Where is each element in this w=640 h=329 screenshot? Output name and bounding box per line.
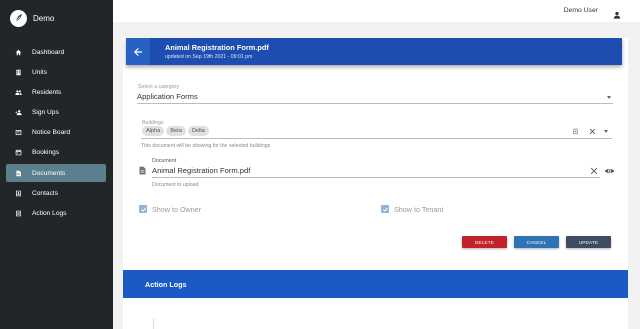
show-to-owner-checkbox[interactable] [139,205,147,213]
sidebar-item-sign-ups[interactable]: Sign Ups [6,104,106,122]
category-label: Select a category [138,84,179,90]
document-file-name[interactable]: Animal Registration Form.pdf [152,166,250,175]
arrow-left-icon [134,47,142,56]
cancel-button[interactable]: CANCEL [514,236,559,248]
chevron-down-icon[interactable] [604,130,608,133]
buildings-chips[interactable]: Alpha Beta Delta [142,126,209,136]
sidebar-item-dashboard[interactable]: Dashboard [6,43,106,61]
buildings-underline [141,138,612,139]
building-chip[interactable]: Delta [187,126,209,136]
document-header: Animal Registration Form.pdf updated on … [126,38,622,65]
buildings-hint: This document will be showing for the se… [141,143,271,149]
brand[interactable]: Demo [10,8,54,28]
sidebar-item-contacts[interactable]: Contacts [6,184,106,202]
category-underline [137,103,613,104]
calendar-icon [15,149,22,156]
sidebar-item-label: Notice Board [32,129,71,137]
timeline-line [153,318,154,329]
sidebar-item-label: Dashboard [32,48,65,56]
user-name[interactable]: Demo User [564,7,598,14]
top-bar: Demo User [113,0,640,22]
check-icon [140,207,146,212]
sidebar-nav: Dashboard Units Residents Sign Ups Notic… [6,43,106,225]
sidebar-item-label: Residents [32,88,62,96]
building-chip[interactable]: Beta [166,126,186,136]
clear-icon[interactable] [589,128,596,135]
back-button[interactable] [126,38,150,65]
chevron-down-icon[interactable] [607,96,611,99]
sidebar-item-label: Units [32,68,48,76]
brand-logo-icon [10,9,27,27]
board-icon [15,129,22,136]
document-hint: Document to upload [152,182,199,188]
brand-name: Demo [33,13,55,23]
delete-button[interactable]: DELETE [462,236,507,248]
home-icon [15,49,22,56]
people-icon [15,89,22,96]
eye-icon[interactable] [604,167,615,175]
document-icon [15,170,22,177]
sidebar-item-residents[interactable]: Residents [6,83,106,101]
category-select[interactable]: Application Forms [137,92,198,101]
action-logs-title: Action Logs [145,280,187,289]
update-button[interactable]: UPDATE [566,236,611,248]
building-chip[interactable]: Alpha [142,126,165,136]
sidebar-item-label: Sign Ups [32,109,59,117]
action-logs-header: Action Logs [123,270,628,298]
select-all-icon[interactable] [572,128,579,135]
sidebar: Demo Dashboard Units Residents Sign Ups … [0,0,113,329]
file-icon [139,166,146,175]
document-label: Document [152,158,177,164]
show-to-owner-label[interactable]: Show to Owner [152,205,201,214]
account-icon[interactable] [613,6,621,19]
sidebar-item-action-logs[interactable]: Action Logs [6,205,106,223]
sidebar-item-label: Documents [32,169,66,177]
check-icon [382,207,388,212]
show-to-tenant-label[interactable]: Show to Tenant [394,205,443,214]
list-icon [15,210,22,217]
document-title: Animal Registration Form.pdf [165,43,269,52]
sidebar-item-documents[interactable]: Documents [6,164,106,183]
contacts-icon [15,190,22,197]
document-underline [152,177,600,178]
person-add-icon [15,109,22,116]
show-to-tenant-checkbox[interactable] [381,205,389,213]
building-icon [15,69,22,76]
document-updated: updated on Sep 19th 2021 - 09:01 pm [165,54,253,60]
sidebar-item-label: Contacts [32,189,59,197]
sidebar-item-notice-board[interactable]: Notice Board [6,124,106,142]
clear-icon[interactable] [590,167,598,175]
sidebar-item-bookings[interactable]: Bookings [6,144,106,162]
sidebar-item-units[interactable]: Units [6,63,106,81]
sidebar-item-label: Action Logs [32,210,67,217]
sidebar-item-label: Bookings [32,149,60,157]
